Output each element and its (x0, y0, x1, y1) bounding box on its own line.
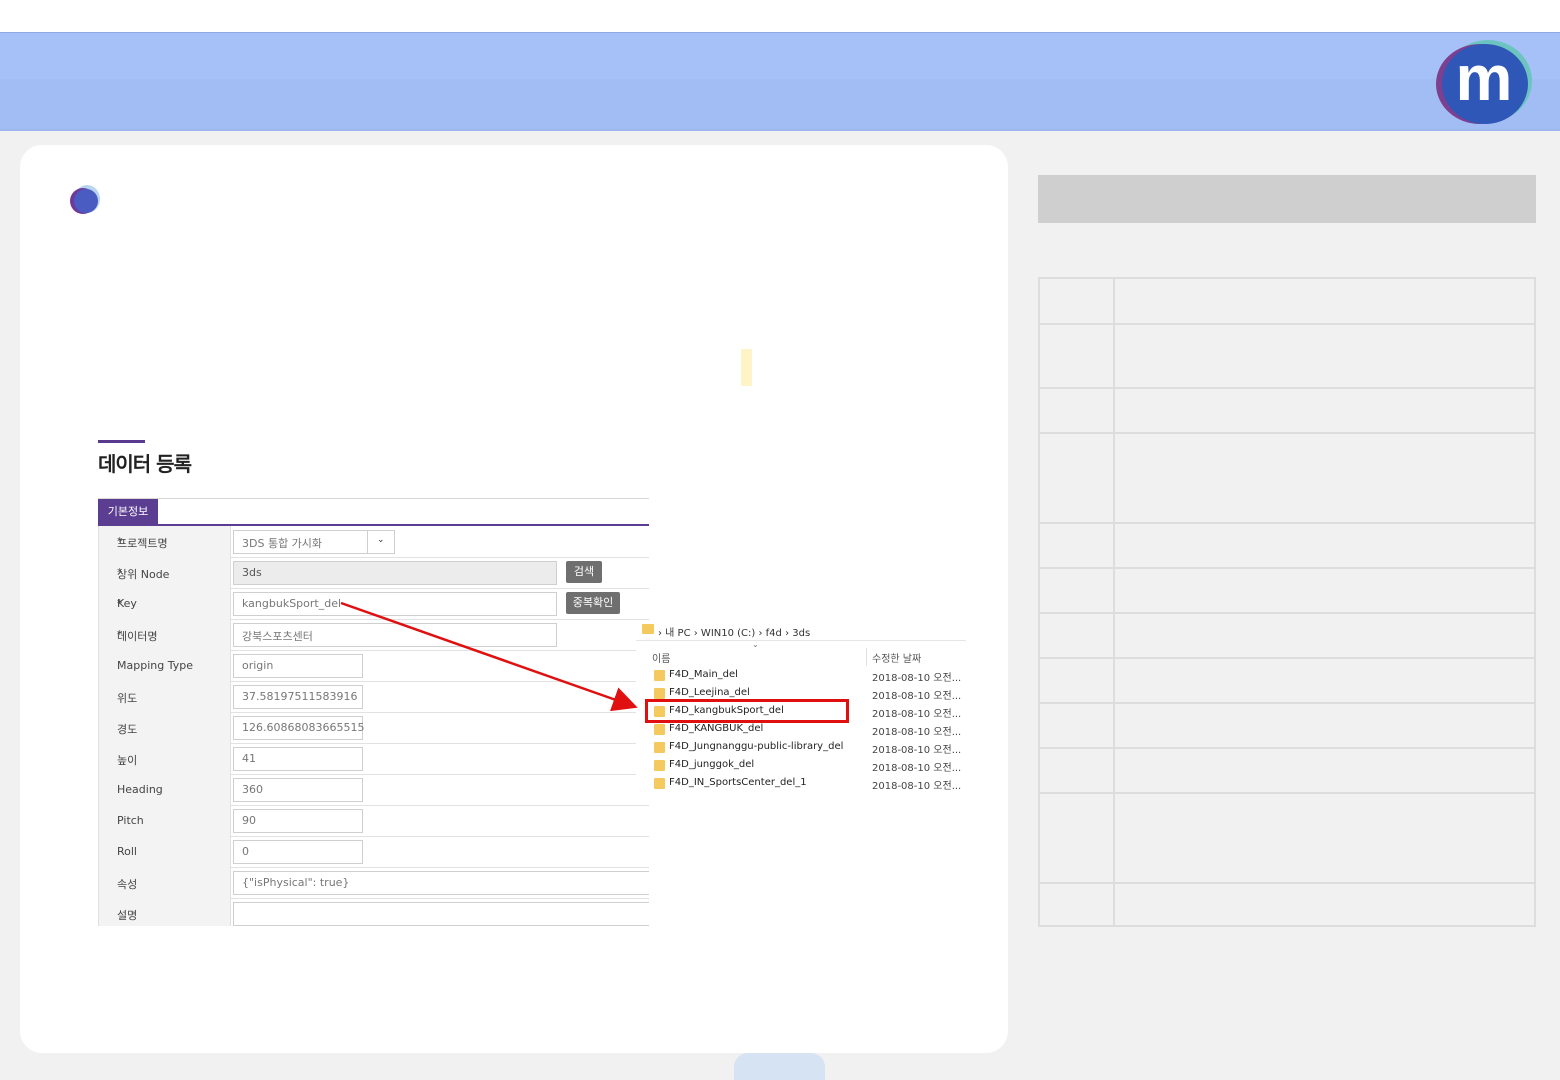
project-select[interactable]: 3DS 통합 가시화 ⌄ (233, 530, 395, 554)
bullet-icon (70, 185, 102, 215)
logo-letter: m (1455, 42, 1513, 114)
parent-node-field[interactable]: 3ds (233, 561, 557, 585)
label-attributes: 속성 (117, 878, 138, 891)
folder-icon (654, 670, 665, 681)
side-table-row (1040, 749, 1534, 794)
label-roll: Roll (117, 845, 137, 858)
form-row-longitude: 경도 126.60868083665515 (98, 712, 649, 744)
folder-icon (654, 760, 665, 771)
side-panel-header (1038, 175, 1536, 223)
file-row[interactable]: F4D_Main_del 2018-08-10 오전... (636, 667, 966, 685)
form-row-heading: Heading 360 (98, 774, 649, 806)
file-list-header: 이름 수정한 날짜 (636, 648, 966, 666)
latitude-input[interactable]: 37.58197511583916 (233, 685, 363, 709)
section-title: 데이터 등록 (98, 452, 192, 476)
highlight-box (645, 699, 849, 723)
side-table-row (1040, 389, 1534, 434)
label-project: 프로젝트명 (117, 537, 168, 550)
height-input[interactable]: 41 (233, 747, 363, 771)
logo: m (1436, 40, 1532, 126)
page-indicator[interactable] (734, 1053, 825, 1080)
section-underline (98, 440, 145, 443)
side-table-row (1040, 659, 1534, 704)
roll-input[interactable]: 0 (233, 840, 363, 864)
file-row[interactable]: F4D_IN_SportsCenter_del_1 2018-08-10 오전..… (636, 775, 966, 793)
folder-icon (642, 624, 654, 634)
form-row-key: Key * kangbukSport_del 중복확인 (98, 588, 649, 620)
side-table (1038, 277, 1536, 927)
side-table-row (1040, 325, 1534, 389)
mapping-type-input[interactable]: origin (233, 654, 363, 678)
attributes-input[interactable]: {"isPhysical": true} (233, 871, 649, 895)
highlight-mark (741, 349, 752, 386)
label-latitude: 위도 (117, 692, 138, 705)
search-button[interactable]: 검색 (566, 561, 602, 583)
folder-icon (654, 742, 665, 753)
label-longitude: 경도 (117, 723, 138, 736)
breadcrumb: › 내 PC › WIN10 (C:) › f4d › 3ds (636, 620, 966, 641)
data-name-input[interactable]: 강북스포츠센터 (233, 623, 557, 647)
side-table-row (1040, 794, 1534, 884)
pitch-input[interactable]: 90 (233, 809, 363, 833)
side-table-row (1040, 434, 1534, 524)
heading-input[interactable]: 360 (233, 778, 363, 802)
form-row-roll: Roll 0 (98, 836, 649, 868)
form-row-description: 설명 (98, 898, 649, 926)
form-tab-row: 기본정보 (98, 498, 649, 526)
label-mapping-type: Mapping Type (117, 659, 193, 672)
label-pitch: Pitch (117, 814, 144, 827)
folder-icon (654, 688, 665, 699)
label-description: 설명 (117, 909, 138, 922)
key-input[interactable]: kangbukSport_del (233, 592, 557, 616)
side-table-row (1040, 524, 1534, 569)
top-bar (0, 0, 1560, 32)
form-row-height: 높이 41 (98, 743, 649, 775)
label-data-name: 데이터명 (117, 630, 158, 643)
form-row-parent-node: 상위 Node * 3ds 검색 (98, 557, 649, 589)
folder-icon (654, 778, 665, 789)
longitude-input[interactable]: 126.60868083665515 (233, 716, 364, 740)
form-row-attributes: 속성 {"isPhysical": true} (98, 867, 649, 899)
duplicate-check-button[interactable]: 중복확인 (566, 592, 620, 614)
form-row-pitch: Pitch 90 (98, 805, 649, 837)
file-row[interactable]: F4D_Jungnanggu-public-library_del 2018-08… (636, 739, 966, 757)
label-height: 높이 (117, 754, 138, 767)
folder-icon (654, 724, 665, 735)
column-name[interactable]: 이름 (652, 650, 670, 665)
chevron-down-icon: ⌄ (377, 535, 385, 545)
form-row-data-name: 데이터명 * 강북스포츠센터 (98, 619, 649, 651)
file-row[interactable]: F4D_KANGBUK_del 2018-08-10 오전... (636, 721, 966, 739)
form-row-mapping-type: Mapping Type origin (98, 650, 649, 682)
tab-basic-info[interactable]: 기본정보 (98, 499, 158, 525)
label-parent-node: 상위 Node (117, 568, 170, 581)
file-row[interactable]: F4D_junggok_del 2018-08-10 오전... (636, 757, 966, 775)
form-row-latitude: 위도 37.58197511583916 (98, 681, 649, 713)
side-table-row (1040, 704, 1534, 749)
form-row-project: 프로젝트명 * 3DS 통합 가시화 ⌄ (98, 526, 649, 558)
data-register-form: 기본정보 프로젝트명 * 3DS 통합 가시화 ⌄ 상위 Node * 3ds 검색… (98, 498, 649, 926)
header-band (0, 32, 1560, 131)
column-date[interactable]: 수정한 날짜 (872, 650, 921, 665)
side-table-row (1040, 569, 1534, 614)
side-table-row (1040, 614, 1534, 659)
side-table-row (1040, 279, 1534, 325)
label-heading: Heading (117, 783, 163, 796)
description-input[interactable] (233, 902, 649, 926)
